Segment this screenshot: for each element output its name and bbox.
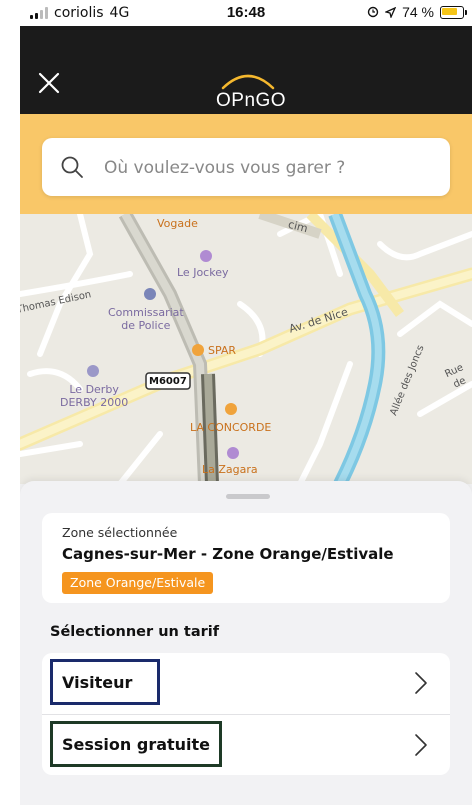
map-view[interactable]: Vogade cim Le Jockey Thomas Edison Commi…: [20, 214, 472, 484]
map-label-le-jockey: Le Jockey: [177, 266, 229, 279]
map-label-vogade: Vogade: [157, 217, 198, 230]
zone-card: Zone sélectionnée Cagnes-sur-Mer - Zone …: [42, 513, 450, 603]
tarif-item-label: Session gratuite: [62, 735, 211, 754]
chevron-right-icon: [415, 672, 427, 694]
map-label-le-derby: Le Derby DERBY 2000: [60, 383, 128, 409]
zone-caption: Zone sélectionnée: [62, 525, 178, 540]
map-label-la-zagara: La Zagara: [202, 463, 258, 476]
map-label-commissariat-line2: de Police: [121, 319, 171, 332]
tarif-item-session-gratuite[interactable]: Session gratuite: [42, 715, 450, 775]
battery-percent: 74 %: [402, 4, 434, 20]
map-label-m6007: M6007: [149, 376, 187, 387]
search-box[interactable]: [42, 138, 450, 198]
chevron-right-icon: [415, 734, 427, 756]
zone-badge: Zone Orange/Estivale: [62, 572, 214, 594]
tarif-item-visiteur[interactable]: Visiteur: [42, 653, 450, 713]
battery-icon: [440, 5, 467, 19]
tarif-section-title: Sélectionner un tarif: [50, 624, 220, 640]
map-canvas: [20, 214, 472, 484]
map-label-commissariat-line1: Commissariat: [108, 306, 184, 319]
phone-screen: coriolis 4G 16:48 74 % OPnGO Où voulez-v…: [20, 0, 472, 805]
map-label-la-concorde: LA CONCORDE: [190, 421, 272, 434]
logo-arc-icon: [221, 74, 275, 90]
sheet-drag-handle[interactable]: [226, 494, 270, 499]
bottom-sheet: Zone sélectionnée Cagnes-sur-Mer - Zone …: [20, 481, 472, 805]
close-icon[interactable]: [34, 68, 64, 98]
search-band: [20, 114, 472, 214]
search-input[interactable]: [102, 138, 436, 198]
map-label-le-derby-line1: Le Derby: [69, 383, 119, 396]
map-label-le-derby-line2: DERBY 2000: [60, 396, 129, 409]
location-arrow-icon: [385, 6, 397, 18]
app-header: OPnGO: [20, 26, 472, 114]
map-label-commissariat: Commissariat de Police: [108, 306, 184, 332]
search-icon: [61, 156, 83, 178]
alarm-icon: [367, 6, 379, 18]
app-logo: OPnGO: [216, 90, 287, 111]
tarif-item-label: Visiteur: [62, 673, 133, 692]
map-label-spar: SPAR: [208, 344, 237, 357]
zone-name: Cagnes-sur-Mer - Zone Orange/Estivale: [62, 545, 394, 563]
status-bar: coriolis 4G 16:48 74 %: [20, 0, 472, 26]
tarif-list: Visiteur Session gratuite: [42, 653, 450, 775]
